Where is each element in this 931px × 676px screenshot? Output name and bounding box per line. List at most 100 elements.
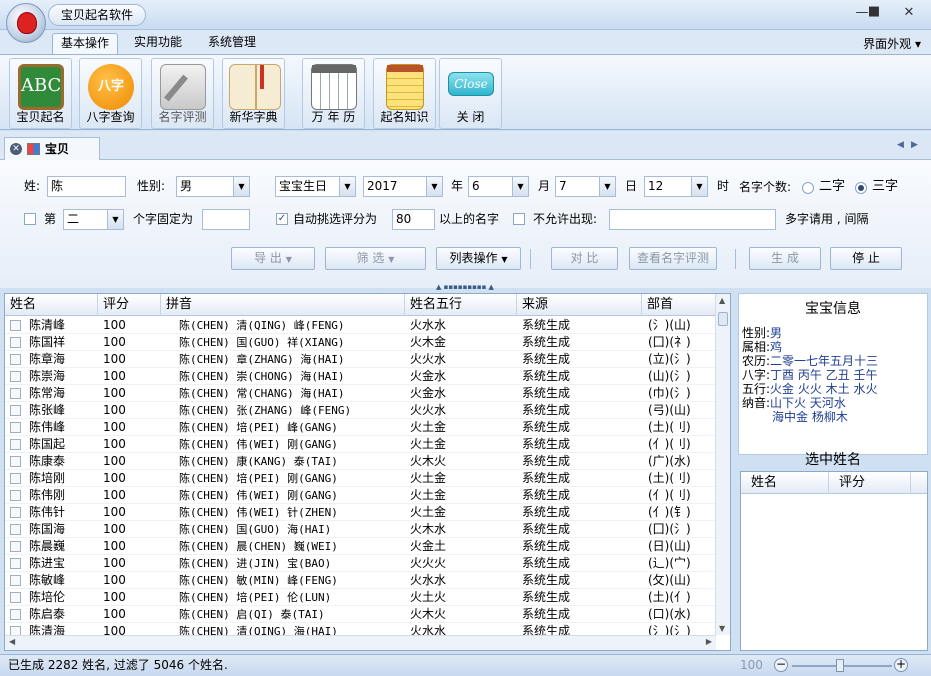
table-row[interactable]: 陈清峰 100 陈(CHEN) 清(QING) 峰(FENG) 火水水 系统生成 (氵)(… xyxy=(5,317,716,334)
baby-naming-button[interactable]: ABC 宝贝起名 xyxy=(9,58,72,129)
fixed-char-input[interactable] xyxy=(202,209,250,230)
table-row[interactable]: 陈敏峰 100 陈(CHEN) 敏(MIN) 峰(FENG) 火水水 系统生成 (攵)(山… xyxy=(5,572,716,589)
filter-button[interactable]: 筛 选 ▼ xyxy=(325,247,426,270)
row-checkbox[interactable] xyxy=(10,473,21,484)
col-name[interactable]: 姓名 xyxy=(5,294,98,316)
naming-knowledge-button[interactable]: 起名知识 xyxy=(373,58,436,129)
export-button[interactable]: 导 出 ▼ xyxy=(231,247,315,270)
tab-utilities[interactable]: 实用功能 xyxy=(126,33,190,54)
row-checkbox[interactable] xyxy=(10,507,21,518)
table-row[interactable]: 陈张峰 100 陈(CHEN) 张(ZHANG) 峰(FENG) 火火水 系统生成 (弓)… xyxy=(5,402,716,419)
close-window-button[interactable]: ✕ xyxy=(901,6,917,20)
col-pinyin[interactable]: 拼音 xyxy=(161,294,405,316)
col-radical[interactable]: 部首 xyxy=(642,294,716,316)
skin-menu[interactable]: 界面外观 ▾ xyxy=(863,35,921,52)
stop-button[interactable]: 停 止 xyxy=(830,247,902,270)
auto-score-input[interactable]: 80 xyxy=(392,209,435,230)
tab-system-management[interactable]: 系统管理 xyxy=(200,33,264,54)
cell-name: 陈敏峰 xyxy=(29,573,66,587)
table-row[interactable]: 陈培伦 100 陈(CHEN) 培(PEI) 伦(LUN) 火土火 系统生成 (土)(亻) xyxy=(5,589,716,606)
fixed-char-checkbox[interactable] xyxy=(24,213,36,225)
calendar-icon xyxy=(311,64,357,110)
row-checkbox[interactable] xyxy=(10,592,21,603)
maximize-button[interactable]: ■ xyxy=(866,5,882,19)
disallow-input[interactable] xyxy=(609,209,776,230)
table-row[interactable]: 陈常海 100 陈(CHEN) 常(CHANG) 海(HAI) 火金水 系统生成 (巾)(… xyxy=(5,385,716,402)
gender-label: 性别: xyxy=(137,179,166,193)
day-select[interactable]: 7 ▼ xyxy=(555,176,616,197)
tab-scroll-left-icon[interactable]: ◀ xyxy=(897,140,904,150)
zoom-in-icon[interactable]: + xyxy=(894,658,908,672)
row-checkbox[interactable] xyxy=(10,354,21,365)
tab-basic-ops[interactable]: 基本操作 xyxy=(52,33,119,54)
table-row[interactable]: 陈崇海 100 陈(CHEN) 崇(CHONG) 海(HAI) 火金水 系统生成 (山)(… xyxy=(5,368,716,385)
table-row[interactable]: 陈启泰 100 陈(CHEN) 启(QI) 泰(TAI) 火木火 系统生成 (口)(水) xyxy=(5,606,716,623)
row-checkbox[interactable] xyxy=(10,490,21,501)
tab-scroll-right-icon[interactable]: ▶ xyxy=(911,140,918,150)
list-ops-button[interactable]: 列表操作 ▼ xyxy=(436,247,521,270)
row-checkbox[interactable] xyxy=(10,422,21,433)
table-row[interactable]: 陈国祥 100 陈(CHEN) 国(GUO) 祥(XIANG) 火木金 系统生成 (囗)(… xyxy=(5,334,716,351)
cell-pinyin: 陈(CHEN) 清(QING) 峰(FENG) xyxy=(179,319,345,332)
splitter-handle-icon[interactable]: ▲ ▪▪▪▪▪▪▪▪▪ ▲ xyxy=(430,283,500,291)
table-row[interactable]: 陈国起 100 陈(CHEN) 伟(WEI) 刚(GANG) 火土金 系统生成 (亻)(刂… xyxy=(5,436,716,453)
surname-input[interactable]: 陈 xyxy=(47,176,126,197)
table-row[interactable]: 陈康泰 100 陈(CHEN) 康(KANG) 泰(TAI) 火木火 系统生成 (广)(水… xyxy=(5,453,716,470)
selected-col-name[interactable]: 姓名 xyxy=(741,472,829,494)
row-checkbox[interactable] xyxy=(10,405,21,416)
three-char-radio[interactable] xyxy=(855,182,867,194)
name-evaluate-button[interactable]: 名字评测 xyxy=(151,58,214,129)
row-checkbox[interactable] xyxy=(10,337,21,348)
scroll-thumb[interactable] xyxy=(718,312,728,326)
row-checkbox[interactable] xyxy=(10,371,21,382)
scroll-down-icon[interactable]: ▼ xyxy=(719,624,725,633)
row-checkbox[interactable] xyxy=(10,456,21,467)
perpetual-calendar-button[interactable]: 万 年 历 xyxy=(302,58,365,129)
table-row[interactable]: 陈伟针 100 陈(CHEN) 伟(WEI) 针(ZHEN) 火土金 系统生成 (亻)(钅… xyxy=(5,504,716,521)
col-source[interactable]: 来源 xyxy=(517,294,642,316)
generate-button[interactable]: 生 成 xyxy=(749,247,821,270)
two-char-radio[interactable] xyxy=(802,182,814,194)
scroll-right-icon[interactable]: ▶ xyxy=(706,637,712,646)
row-checkbox[interactable] xyxy=(10,320,21,331)
disallow-checkbox[interactable] xyxy=(513,213,525,225)
hour-select[interactable]: 12 ▼ xyxy=(644,176,708,197)
table-row[interactable]: 陈国海 100 陈(CHEN) 国(GUO) 海(HAI) 火木水 系统生成 (囗)(氵) xyxy=(5,521,716,538)
vertical-scrollbar[interactable]: ▲ ▼ xyxy=(715,294,730,635)
auto-select-checkbox[interactable]: ✓ xyxy=(276,213,288,225)
col-score[interactable]: 评分 xyxy=(98,294,161,316)
app-menu-orb[interactable] xyxy=(6,3,46,43)
row-checkbox[interactable] xyxy=(10,388,21,399)
row-checkbox[interactable] xyxy=(10,439,21,450)
table-row[interactable]: 陈培刚 100 陈(CHEN) 培(PEI) 刚(GANG) 火土金 系统生成 (土)(刂… xyxy=(5,470,716,487)
table-row[interactable]: 陈章海 100 陈(CHEN) 章(ZHANG) 海(HAI) 火火水 系统生成 (立)(… xyxy=(5,351,716,368)
zoom-slider-thumb[interactable] xyxy=(836,659,844,672)
tab-baby[interactable]: ✕ 宝贝 xyxy=(4,137,100,161)
table-row[interactable]: 陈伟刚 100 陈(CHEN) 伟(WEI) 刚(GANG) 火土金 系统生成 (亻)(刂… xyxy=(5,487,716,504)
row-checkbox[interactable] xyxy=(10,609,21,620)
birth-type-select[interactable]: 宝宝生日 ▼ xyxy=(275,176,356,197)
fixed-position-select[interactable]: 二 ▼ xyxy=(63,209,124,230)
zoom-out-icon[interactable]: − xyxy=(774,658,788,672)
row-checkbox[interactable] xyxy=(10,541,21,552)
table-row[interactable]: 陈晨巍 100 陈(CHEN) 晨(CHEN) 巍(WEI) 火金土 系统生成 (日)(山… xyxy=(5,538,716,555)
close-tab-icon[interactable]: ✕ xyxy=(10,143,22,155)
table-row[interactable]: 陈伟峰 100 陈(CHEN) 培(PEI) 峰(GANG) 火土金 系统生成 (土)(刂… xyxy=(5,419,716,436)
scroll-up-icon[interactable]: ▲ xyxy=(719,296,725,305)
selected-col-score[interactable]: 评分 xyxy=(829,472,911,494)
table-row[interactable]: 陈进宝 100 陈(CHEN) 进(JIN) 宝(BAO) 火火火 系统生成 (辶)(宀) xyxy=(5,555,716,572)
scroll-left-icon[interactable]: ◀ xyxy=(9,637,15,646)
compare-button[interactable]: 对 比 xyxy=(551,247,618,270)
gender-select[interactable]: 男 ▼ xyxy=(176,176,250,197)
year-select[interactable]: 2017 ▼ xyxy=(363,176,443,197)
bazi-query-button[interactable]: 八字 八字查询 xyxy=(79,58,142,129)
col-wuxing[interactable]: 姓名五行 xyxy=(405,294,517,316)
row-checkbox[interactable] xyxy=(10,524,21,535)
xinhua-dictionary-button[interactable]: 新华字典 xyxy=(222,58,285,129)
row-checkbox[interactable] xyxy=(10,558,21,569)
row-checkbox[interactable] xyxy=(10,575,21,586)
close-app-button[interactable]: Close 关 闭 xyxy=(439,58,502,129)
month-select[interactable]: 6 ▼ xyxy=(468,176,529,197)
horizontal-scrollbar[interactable]: ◀ ▶ xyxy=(5,635,716,650)
view-evaluation-button[interactable]: 查看名字评测 xyxy=(629,247,717,270)
